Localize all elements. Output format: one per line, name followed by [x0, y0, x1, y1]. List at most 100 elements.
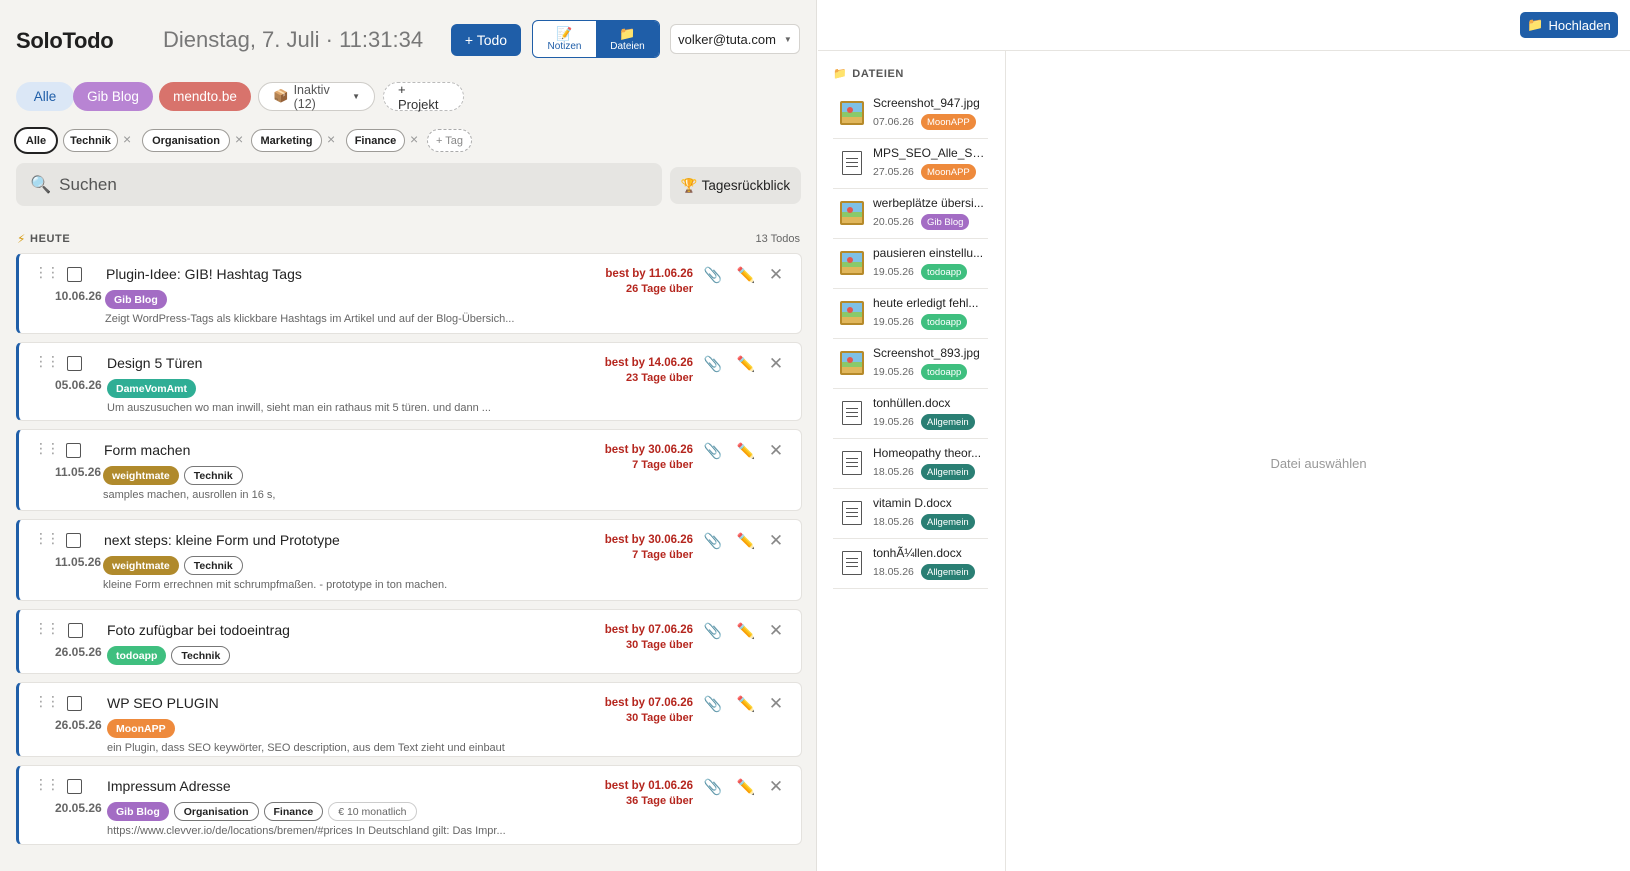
clock: Dienstag, 7. Juli · 11:31:34: [163, 27, 424, 52]
drag-handle-icon[interactable]: ⋮⋮: [34, 621, 60, 635]
upload-button[interactable]: 📁 Hochladen: [1520, 12, 1618, 38]
file-item[interactable]: Screenshot_893.jpg 19.05.26 todoapp: [833, 339, 988, 389]
todo-checkbox[interactable]: [68, 623, 83, 638]
pencil-icon[interactable]: ✏️: [735, 440, 757, 462]
close-icon[interactable]: ✕: [765, 353, 787, 375]
paperclip-icon[interactable]: 📎: [702, 693, 724, 715]
todo-tag: Finance: [263, 802, 324, 821]
file-item[interactable]: tonhÃ¼llen.docx 18.05.26 Allgemein: [833, 539, 988, 589]
remove-tag-technik-icon[interactable]: ×: [123, 131, 131, 147]
close-icon[interactable]: ✕: [765, 530, 787, 552]
todo-tag: Gib Blog: [105, 290, 167, 309]
todo-card[interactable]: ⋮⋮ 05.06.26 Design 5 Türen DameVomAmt Um aus…: [16, 342, 802, 421]
todo-card[interactable]: ⋮⋮ 11.05.26 next steps: kleine Form und Pr…: [16, 519, 802, 601]
pencil-icon[interactable]: ✏️: [735, 264, 757, 286]
todo-title[interactable]: Impressum Adresse: [107, 778, 231, 794]
paperclip-icon[interactable]: 📎: [702, 264, 724, 286]
pencil-icon[interactable]: ✏️: [735, 693, 757, 715]
drag-handle-icon[interactable]: ⋮⋮: [34, 777, 60, 791]
todo-card[interactable]: ⋮⋮ 11.05.26 Form machen weightmate Technik sa…: [16, 429, 802, 511]
drag-handle-icon[interactable]: ⋮⋮: [34, 265, 60, 279]
user-menu-select[interactable]: volker@tuta.com ▼: [670, 24, 800, 54]
todo-due-date: best by 11.06.26 26 Tage über: [605, 267, 693, 297]
trophy-icon: 🏆: [680, 177, 698, 193]
todo-title[interactable]: next steps: kleine Form und Prototype: [104, 532, 340, 548]
todo-tag: DameVomAmt: [107, 379, 196, 398]
drag-handle-icon[interactable]: ⋮⋮: [34, 354, 60, 368]
todo-title[interactable]: Foto zufügbar bei todoeintrag: [107, 622, 290, 638]
file-name: MPS_SEO_Alle_Spra...: [873, 146, 988, 160]
remove-tag-organisation-icon[interactable]: ×: [235, 131, 243, 147]
todo-title[interactable]: WP SEO PLUGIN: [107, 695, 219, 711]
file-tag: Gib Blog: [921, 214, 970, 230]
close-icon[interactable]: ✕: [765, 264, 787, 286]
notes-view-button[interactable]: 📝 Notizen: [533, 21, 596, 57]
paperclip-icon[interactable]: 📎: [702, 530, 724, 552]
files-view-label: Dateien: [610, 40, 645, 52]
file-item[interactable]: tonhüllen.docx 19.05.26 Allgemein: [833, 389, 988, 439]
paperclip-icon[interactable]: 📎: [702, 620, 724, 642]
todo-title[interactable]: Design 5 Türen: [107, 355, 202, 371]
paperclip-icon[interactable]: 📎: [702, 776, 724, 798]
close-icon[interactable]: ✕: [765, 440, 787, 462]
file-tag: MoonAPP: [921, 114, 976, 130]
file-item[interactable]: Homeopathy theor... 18.05.26 Allgemein: [833, 439, 988, 489]
paperclip-icon[interactable]: 📎: [702, 353, 724, 375]
remove-tag-marketing-icon[interactable]: ×: [327, 131, 335, 147]
todo-checkbox[interactable]: [66, 533, 81, 548]
file-item[interactable]: vitamin D.docx 18.05.26 Allgemein: [833, 489, 988, 539]
search-input[interactable]: [59, 174, 620, 195]
tag-filter-marketing[interactable]: Marketing: [251, 129, 322, 152]
daily-review-button[interactable]: 🏆 Tagesrückblick: [670, 167, 801, 204]
add-tag-button[interactable]: + Tag: [427, 129, 472, 152]
todo-checkbox[interactable]: [67, 267, 82, 282]
project-filter-all[interactable]: Alle: [16, 82, 74, 111]
todo-card[interactable]: ⋮⋮ 10.06.26 Plugin-Idee: GIB! Hashtag Tags…: [16, 253, 802, 334]
add-todo-button[interactable]: + Todo: [451, 24, 521, 56]
notes-icon: 📝: [556, 25, 573, 41]
close-icon[interactable]: ✕: [765, 620, 787, 642]
files-section-heading: 📁 DATEIEN: [833, 67, 904, 81]
todo-description: samples machen, ausrollen in 16 s,: [103, 489, 276, 501]
drag-handle-icon[interactable]: ⋮⋮: [34, 531, 60, 545]
todo-checkbox[interactable]: [66, 443, 81, 458]
file-item[interactable]: Screenshot_947.jpg 07.06.26 MoonAPP: [833, 89, 988, 139]
file-name: Screenshot_893.jpg: [873, 346, 980, 360]
todo-title[interactable]: Form machen: [104, 442, 190, 458]
project-filter-inactive[interactable]: 📦 Inaktiv (12) ▼: [258, 82, 375, 111]
todo-card[interactable]: ⋮⋮ 26.05.26 Foto zufügbar bei todoeintrag t…: [16, 609, 802, 674]
tag-filter-finance[interactable]: Finance: [346, 129, 405, 152]
file-tag: todoapp: [921, 264, 968, 280]
add-project-button[interactable]: + Projekt: [383, 82, 464, 112]
todo-card[interactable]: ⋮⋮ 20.05.26 Impressum Adresse Gib Blog Organ…: [16, 765, 802, 845]
overdue-label: 30 Tage über: [625, 639, 693, 651]
todo-checkbox[interactable]: [67, 696, 82, 711]
pencil-icon[interactable]: ✏️: [735, 530, 757, 552]
todo-card[interactable]: ⋮⋮ 26.05.26 WP SEO PLUGIN MoonAPP ein Plugin…: [16, 682, 802, 757]
drag-handle-icon[interactable]: ⋮⋮: [34, 441, 60, 455]
project-filter-mendto[interactable]: mendto.be: [159, 82, 251, 111]
drag-handle-icon[interactable]: ⋮⋮: [34, 694, 60, 708]
todo-checkbox[interactable]: [67, 779, 82, 794]
files-view-button[interactable]: 📁 Dateien: [596, 21, 659, 57]
file-item[interactable]: heute erledigt fehl... 19.05.26 todoapp: [833, 289, 988, 339]
pencil-icon[interactable]: ✏️: [735, 620, 757, 642]
tag-filter-all[interactable]: Alle: [14, 127, 58, 154]
project-filter-gib-blog[interactable]: Gib Blog: [73, 82, 153, 111]
pencil-icon[interactable]: ✏️: [735, 776, 757, 798]
file-item[interactable]: pausieren einstellu... 19.05.26 todoapp: [833, 239, 988, 289]
file-item[interactable]: MPS_SEO_Alle_Spra... 27.05.26 MoonAPP: [833, 139, 988, 189]
todo-due-date: best by 30.06.26 7 Tage über: [605, 533, 693, 563]
tag-filter-technik[interactable]: Technik: [63, 129, 118, 152]
due-date-label: best by 07.06.26: [604, 697, 693, 709]
close-icon[interactable]: ✕: [765, 776, 787, 798]
close-icon[interactable]: ✕: [765, 693, 787, 715]
tag-filter-organisation[interactable]: Organisation: [142, 129, 230, 152]
paperclip-icon[interactable]: 📎: [702, 440, 724, 462]
pencil-icon[interactable]: ✏️: [735, 353, 757, 375]
file-item[interactable]: werbeplätze übersi... 20.05.26 Gib Blog: [833, 189, 988, 239]
todo-checkbox[interactable]: [67, 356, 82, 371]
remove-tag-finance-icon[interactable]: ×: [410, 131, 418, 147]
todo-title[interactable]: Plugin-Idee: GIB! Hashtag Tags: [106, 266, 302, 282]
file-name: tonhÃ¼llen.docx: [873, 546, 962, 560]
